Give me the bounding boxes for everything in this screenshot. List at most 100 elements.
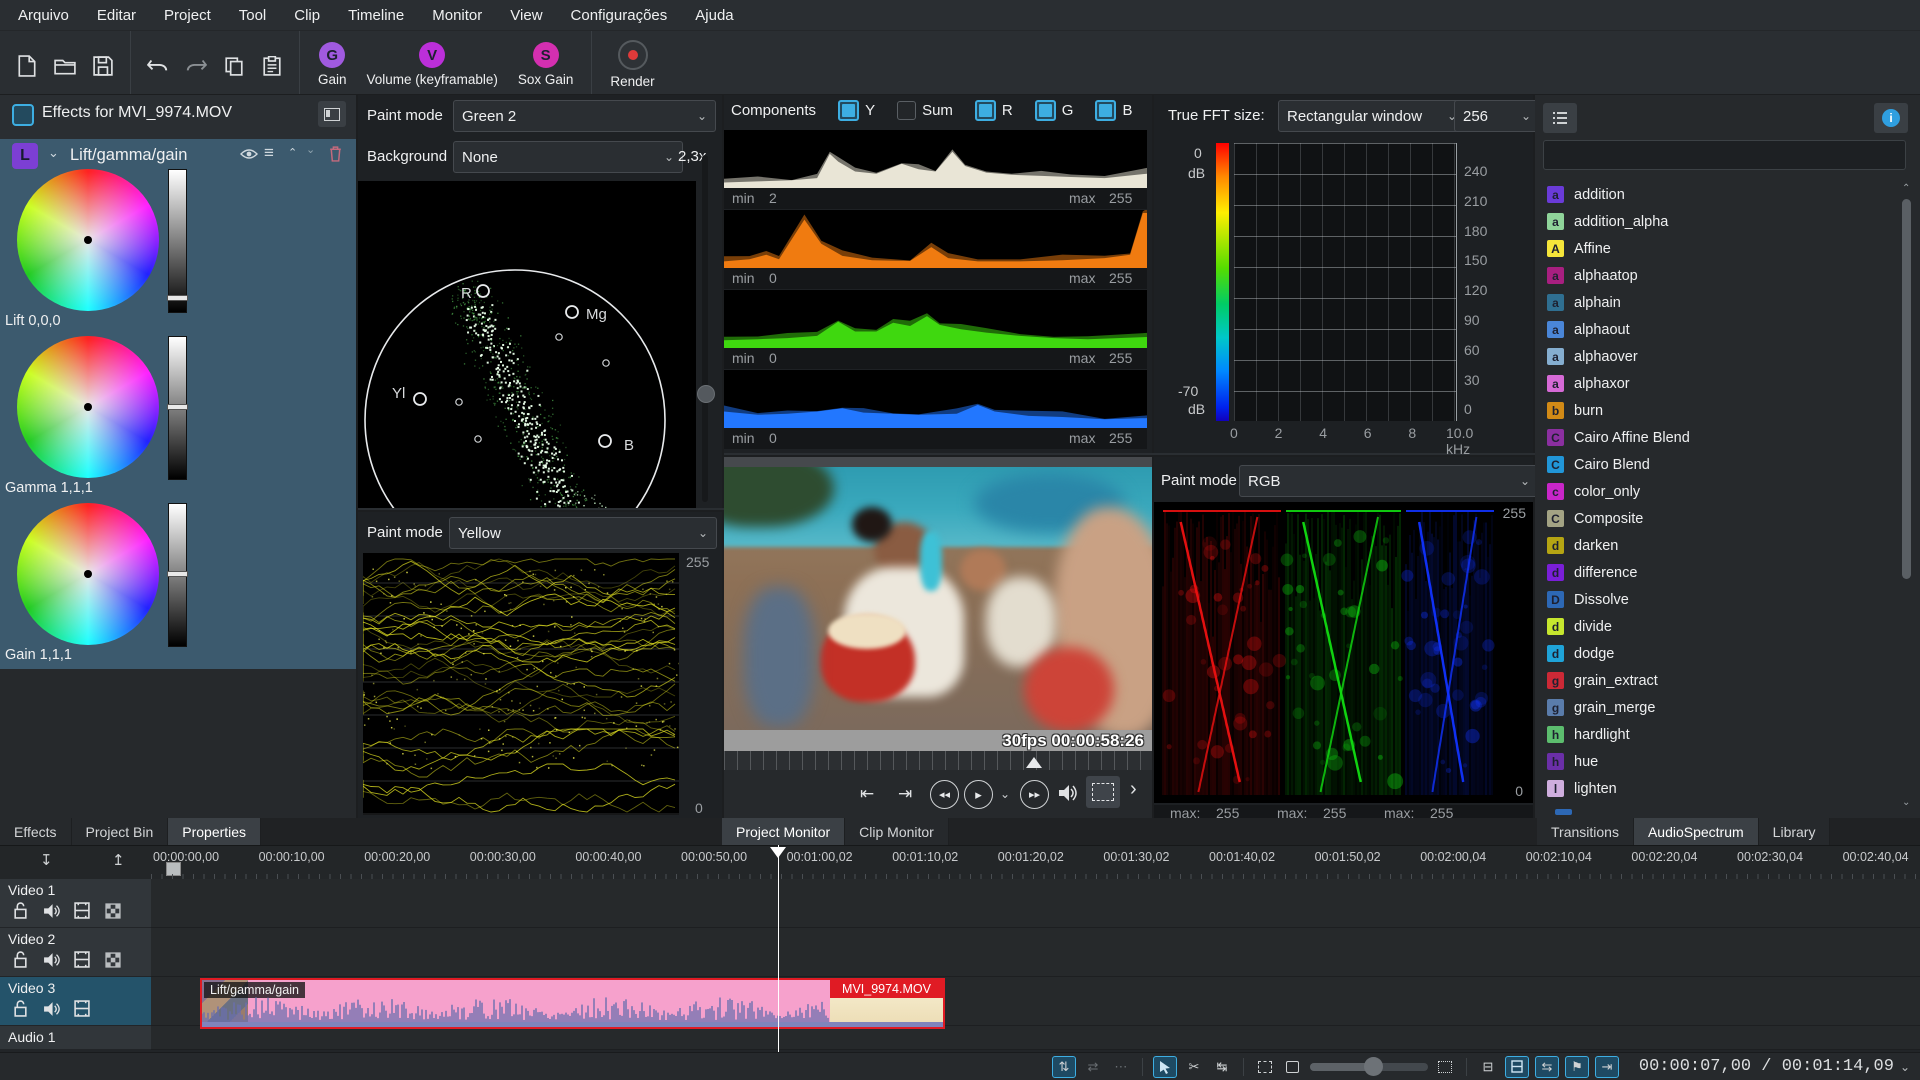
menu-item-monitor[interactable]: Monitor: [420, 3, 494, 28]
zone-mode-button[interactable]: [1086, 776, 1120, 808]
effect-collapse-chevron-icon[interactable]: ⌄: [48, 145, 59, 161]
show-video-thumbnails-icon[interactable]: ⇄: [1082, 1057, 1104, 1077]
track-composite-icon[interactable]: [102, 901, 124, 921]
composition-item-cairo-affine-blend[interactable]: CCairo Affine Blend: [1535, 424, 1897, 451]
track-header-video-1[interactable]: Video 1: [0, 879, 152, 928]
composition-item-dissolve[interactable]: DDissolve: [1535, 586, 1897, 613]
composition-item-color-only[interactable]: ccolor_only: [1535, 478, 1897, 505]
color-wheel-0[interactable]: [17, 169, 159, 311]
checkbox-b[interactable]: B: [1095, 100, 1132, 121]
composition-item-alphaatop[interactable]: aalphaatop: [1535, 262, 1897, 289]
checkbox-y[interactable]: Y: [838, 100, 875, 121]
effect-move-up-icon[interactable]: ⌃: [288, 146, 297, 159]
video-thumbnails-toggle-icon[interactable]: [1505, 1056, 1529, 1078]
composition-item-lighten[interactable]: llighten: [1535, 775, 1897, 802]
checkbox-r[interactable]: R: [975, 100, 1013, 121]
tab-clip-monitor[interactable]: Clip Monitor: [845, 818, 949, 845]
timeline-playhead[interactable]: [778, 845, 779, 1052]
wheel-slider-handle[interactable]: [167, 295, 188, 301]
toolbar-undo-button[interactable]: [139, 46, 177, 86]
track-film-icon[interactable]: [71, 900, 93, 920]
color-wheel-1[interactable]: [17, 336, 159, 478]
menu-item-configurações[interactable]: Configurações: [559, 3, 680, 28]
wheel-slider-handle[interactable]: [167, 571, 188, 577]
audio-thumbnails-toggle-icon[interactable]: ⇆: [1535, 1056, 1559, 1078]
selection-tool-icon[interactable]: [1153, 1056, 1177, 1078]
timecode-format-chevron-icon[interactable]: ⌄: [1900, 1060, 1910, 1074]
composition-item-affine[interactable]: AAffine: [1535, 235, 1897, 262]
wheel-slider-2[interactable]: [168, 503, 187, 647]
composition-item-addition[interactable]: aaddition: [1535, 181, 1897, 208]
extract-zone-icon[interactable]: ↥: [112, 851, 125, 869]
zoom-slider-handle[interactable]: [1364, 1057, 1383, 1076]
track-speaker-icon[interactable]: [40, 950, 62, 970]
track-lock-icon[interactable]: [9, 949, 31, 969]
scrollbar-thumb[interactable]: [1902, 199, 1911, 579]
color-wheel-2[interactable]: [17, 503, 159, 645]
composition-item-hardlight[interactable]: hhardlight: [1535, 721, 1897, 748]
tab-audiospectrum[interactable]: AudioSpectrum: [1634, 818, 1759, 845]
fft-size-select[interactable]: 256⌄: [1454, 100, 1540, 132]
composition-item-darken[interactable]: ddarken: [1535, 532, 1897, 559]
toolbar-new-document-button[interactable]: [8, 46, 46, 86]
composition-item-alphain[interactable]: aalphain: [1535, 289, 1897, 316]
toolbar-redo-button[interactable]: [177, 46, 215, 86]
timeline-ruler[interactable]: ↧ ↥ 00:00:00,0000:00:10,0000:00:20,0000:…: [0, 845, 1920, 880]
vectorscope-zoom-slider[interactable]: [702, 155, 708, 502]
track-lane-audio-1[interactable]: [151, 1026, 1920, 1050]
timeline-zoom-slider[interactable]: [1310, 1063, 1428, 1071]
menu-item-arquivo[interactable]: Arquivo: [6, 3, 81, 28]
insert-zone-icon[interactable]: ↧: [40, 851, 53, 869]
rewind-button[interactable]: ◂◂: [930, 780, 959, 809]
composition-search-input[interactable]: [1543, 140, 1906, 170]
tab-library[interactable]: Library: [1759, 818, 1831, 845]
spacer-tool-icon[interactable]: ↹: [1211, 1057, 1233, 1077]
split-audio-video-icon[interactable]: ⊟: [1477, 1057, 1499, 1077]
menu-item-editar[interactable]: Editar: [85, 3, 148, 28]
effect-menu-icon[interactable]: ≡: [264, 143, 274, 163]
panel-options-button[interactable]: [318, 101, 346, 127]
playhead-handle-icon[interactable]: [770, 847, 786, 858]
track-lane-video-1[interactable]: [151, 879, 1920, 928]
render-button[interactable]: Render: [610, 40, 654, 89]
effect-delete-icon[interactable]: [328, 145, 343, 162]
info-button[interactable]: i: [1874, 103, 1908, 133]
track-film-icon[interactable]: [71, 949, 93, 969]
track-film-icon[interactable]: [71, 998, 93, 1018]
tab-project-bin[interactable]: Project Bin: [72, 818, 169, 845]
tab-project-monitor[interactable]: Project Monitor: [722, 818, 845, 845]
markers-toggle-icon[interactable]: ⚑: [1565, 1056, 1589, 1078]
automatic-transitions-icon[interactable]: ⇅: [1052, 1056, 1076, 1078]
play-button[interactable]: ▸: [964, 780, 993, 809]
composition-item-dodge[interactable]: ddodge: [1535, 640, 1897, 667]
vectorscope-background-select[interactable]: None⌄: [453, 141, 683, 173]
tab-properties[interactable]: Properties: [168, 818, 261, 845]
parade-paintmode-select[interactable]: RGB⌄: [1239, 465, 1539, 497]
track-header-audio-1[interactable]: Audio 1: [0, 1026, 152, 1050]
composition-item-divide[interactable]: ddivide: [1535, 613, 1897, 640]
scroll-down-icon[interactable]: ⌄: [1902, 797, 1910, 808]
volume-icon[interactable]: [1056, 782, 1078, 804]
toolbar-effect-volume-keyframable-[interactable]: VVolume (keyframable): [367, 42, 498, 87]
track-composite-icon[interactable]: [102, 950, 124, 970]
toolbar-save-button[interactable]: [84, 46, 122, 86]
composition-item-difference[interactable]: ddifference: [1535, 559, 1897, 586]
go-to-zone-start-icon[interactable]: ⇤: [860, 784, 874, 804]
effect-move-down-icon[interactable]: ⌄: [306, 143, 315, 156]
checkbox-g[interactable]: G: [1035, 100, 1074, 121]
toolbar-effect-sox-gain[interactable]: SSox Gain: [518, 42, 574, 87]
toolbar-paste-button[interactable]: [253, 46, 291, 86]
composition-item-burn[interactable]: bburn: [1535, 397, 1897, 424]
wheel-slider-handle[interactable]: [167, 404, 188, 410]
show-audio-thumbnails-icon[interactable]: ⋯: [1110, 1057, 1132, 1077]
menu-item-view[interactable]: View: [498, 3, 554, 28]
track-speaker-icon[interactable]: [40, 901, 62, 921]
snap-toggle-icon[interactable]: ⇥: [1595, 1056, 1619, 1078]
track-lock-icon[interactable]: [9, 900, 31, 920]
composition-item-grain-merge[interactable]: ggrain_merge: [1535, 694, 1897, 721]
effect-visibility-eye-icon[interactable]: [240, 146, 258, 162]
wheel-slider-0[interactable]: [168, 169, 187, 313]
menu-item-timeline[interactable]: Timeline: [336, 3, 416, 28]
toolbar-open-folder-button[interactable]: [46, 46, 84, 86]
razor-tool-icon[interactable]: ✂: [1183, 1057, 1205, 1077]
